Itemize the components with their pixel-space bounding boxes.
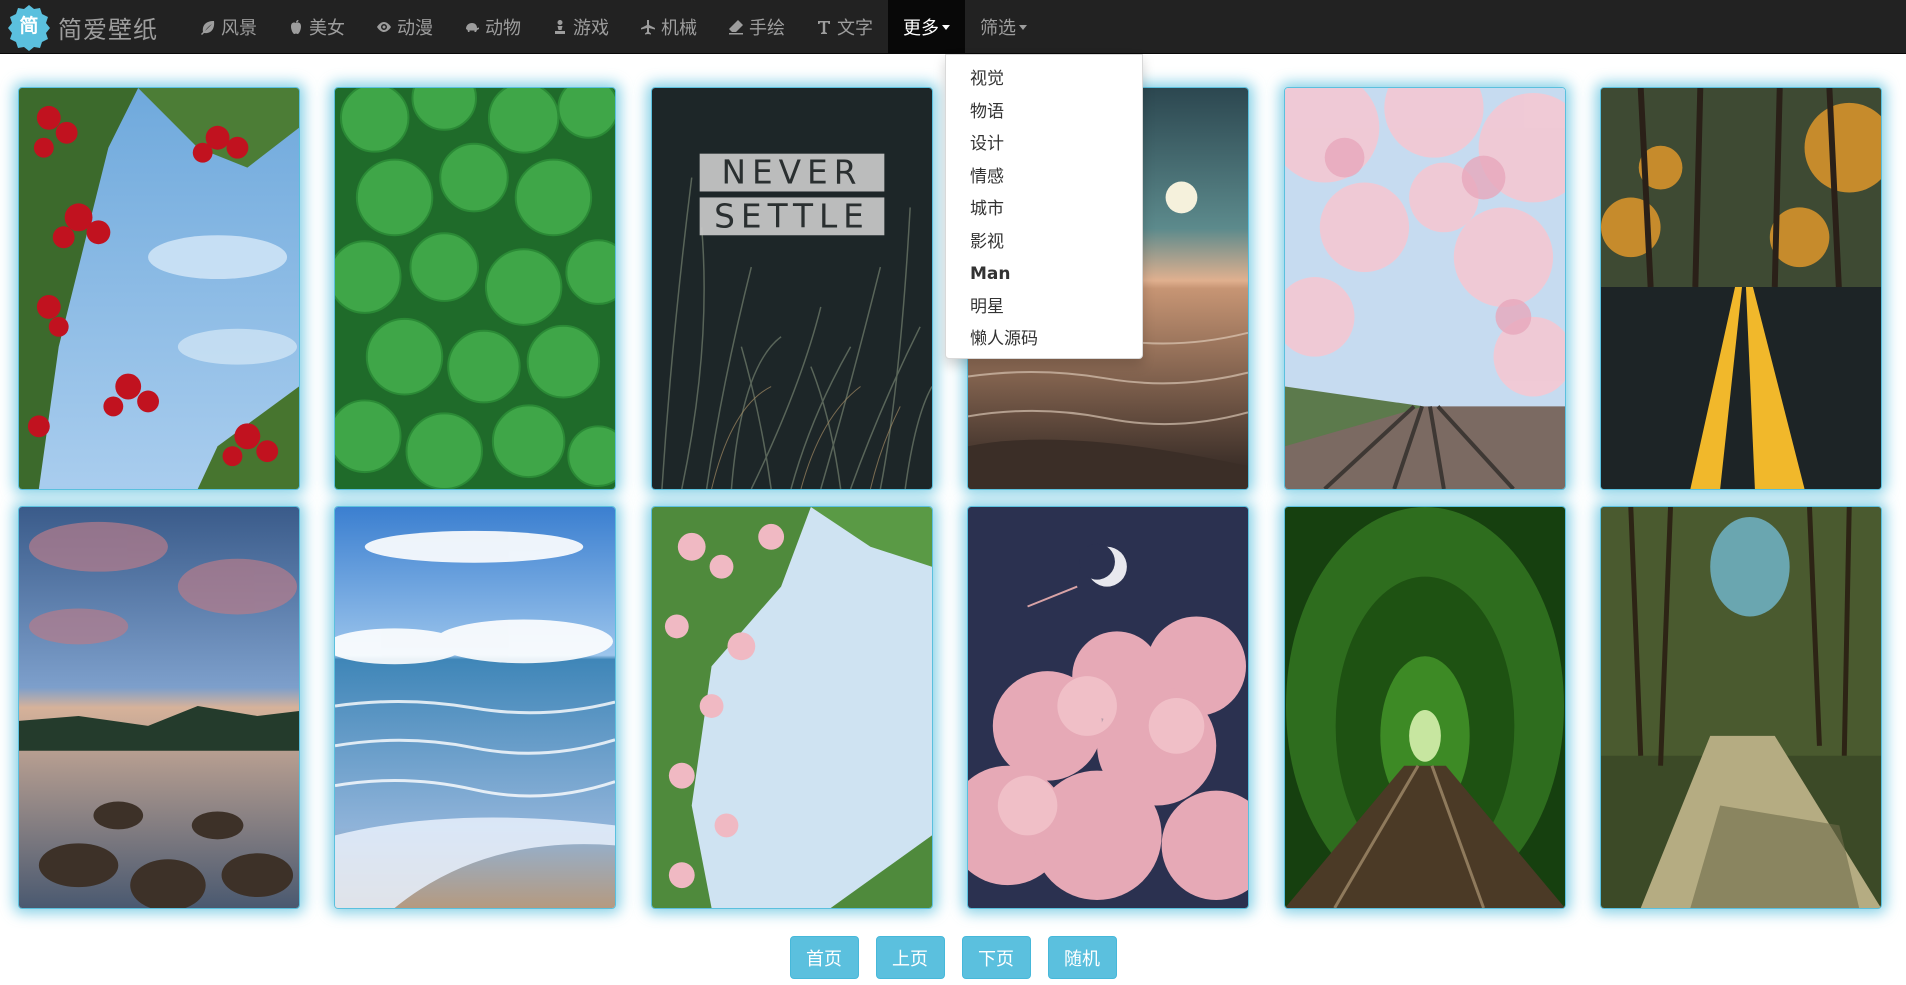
never-settle-line2: SETTLE [714, 197, 870, 235]
nav-item-label: 动漫 [397, 18, 433, 39]
dropdown-item-celebrity[interactable]: 明星 [946, 291, 1142, 324]
chess-pawn-icon [551, 18, 569, 36]
dropdown-item-design[interactable]: 设计 [946, 128, 1142, 161]
wallpaper-moon-clouds-image [968, 507, 1248, 908]
wallpaper-card[interactable] [1284, 87, 1566, 490]
dropdown-item-lazy-source[interactable]: 懒人源码 [946, 323, 1142, 356]
random-page-button[interactable]: 随机 [1047, 936, 1117, 979]
wallpaper-card[interactable] [334, 87, 616, 490]
eraser-icon [727, 18, 745, 36]
next-page-button[interactable]: 下页 [961, 936, 1031, 979]
brand-logo-icon: 简 [4, 2, 54, 52]
nav-item-label: 手绘 [749, 18, 785, 39]
brand-logo-char: 简 [19, 14, 39, 37]
wallpaper-cherry-blossom-railway-image [1285, 88, 1565, 489]
nav-filter-label: 筛选 [980, 18, 1016, 39]
top-navbar: 简 简爱壁纸 风景 美女 动漫 动物 游戏 机械 手绘 文字 更多 筛选 [0, 0, 1906, 54]
nav-item-animals[interactable]: 动物 [448, 0, 536, 54]
brand-name: 简爱壁纸 [58, 15, 158, 44]
never-settle-line1: NEVER [722, 153, 863, 191]
wallpaper-card[interactable] [18, 506, 300, 909]
dropdown-item-emotion[interactable]: 情感 [946, 161, 1142, 194]
nav-item-games[interactable]: 游戏 [536, 0, 624, 54]
nav-item-anime[interactable]: 动漫 [360, 0, 448, 54]
nav-item-label: 动物 [485, 18, 521, 39]
caret-down-icon [942, 24, 950, 30]
wallpaper-autumn-road-image [1601, 88, 1881, 489]
nav-item-label: 文字 [837, 18, 873, 39]
text-icon [815, 18, 833, 36]
dropdown-item-city[interactable]: 城市 [946, 193, 1142, 226]
wallpaper-card[interactable] [1600, 87, 1882, 490]
nav-item-label: 美女 [309, 18, 345, 39]
wallpaper-ocean-beach-image [335, 507, 615, 908]
wallpaper-card[interactable] [1284, 506, 1566, 909]
wallpaper-never-settle-image: NEVER SETTLE [652, 88, 932, 489]
nav-more-label: 更多 [903, 18, 939, 39]
dropdown-item-man[interactable]: Man [946, 258, 1142, 291]
wallpaper-card[interactable] [1600, 506, 1882, 909]
prev-page-button[interactable]: 上页 [875, 936, 945, 979]
turtle-icon [463, 18, 481, 36]
leaf-icon [199, 18, 217, 36]
wallpaper-country-road-image [1601, 507, 1881, 908]
wallpaper-tunnel-of-love-image [1285, 507, 1565, 908]
nav-item-more[interactable]: 更多 [888, 0, 965, 54]
nav-item-filter[interactable]: 筛选 [965, 0, 1042, 54]
nav-item-scenery[interactable]: 风景 [184, 0, 272, 54]
brand[interactable]: 简 简爱壁纸 [0, 0, 184, 54]
dropdown-item-film[interactable]: 影视 [946, 226, 1142, 259]
nav-item-label: 风景 [221, 18, 257, 39]
plane-icon [639, 18, 657, 36]
first-page-button[interactable]: 首页 [789, 936, 859, 979]
apple-icon [287, 18, 305, 36]
more-dropdown-menu: 视觉 物语 设计 情感 城市 影视 Man 明星 懒人源码 [945, 54, 1143, 359]
caret-down-icon [1019, 24, 1027, 30]
nav-item-machinery[interactable]: 机械 [624, 0, 712, 54]
pagination: 首页 上页 下页 随机 [0, 936, 1906, 979]
nav-item-label: 游戏 [573, 18, 609, 39]
wallpaper-card[interactable] [334, 506, 616, 909]
dropdown-item-visual[interactable]: 视觉 [946, 63, 1142, 96]
nav-item-label: 机械 [661, 18, 697, 39]
wallpaper-wild-roses-image [652, 507, 932, 908]
wallpaper-rowan-berries-image [19, 88, 299, 489]
dropdown-item-story[interactable]: 物语 [946, 96, 1142, 129]
nav-item-text[interactable]: 文字 [800, 0, 888, 54]
wallpaper-card[interactable]: NEVER SETTLE [651, 87, 933, 490]
wallpaper-clover-image [335, 88, 615, 489]
wallpaper-lake-rocks-image [19, 507, 299, 908]
eye-icon [375, 18, 393, 36]
nav-item-beauty[interactable]: 美女 [272, 0, 360, 54]
wallpaper-card[interactable] [967, 506, 1249, 909]
main-nav: 风景 美女 动漫 动物 游戏 机械 手绘 文字 更多 筛选 [184, 0, 1042, 54]
wallpaper-card[interactable] [651, 506, 933, 909]
wallpaper-card[interactable] [18, 87, 300, 490]
nav-item-handdrawn[interactable]: 手绘 [712, 0, 800, 54]
